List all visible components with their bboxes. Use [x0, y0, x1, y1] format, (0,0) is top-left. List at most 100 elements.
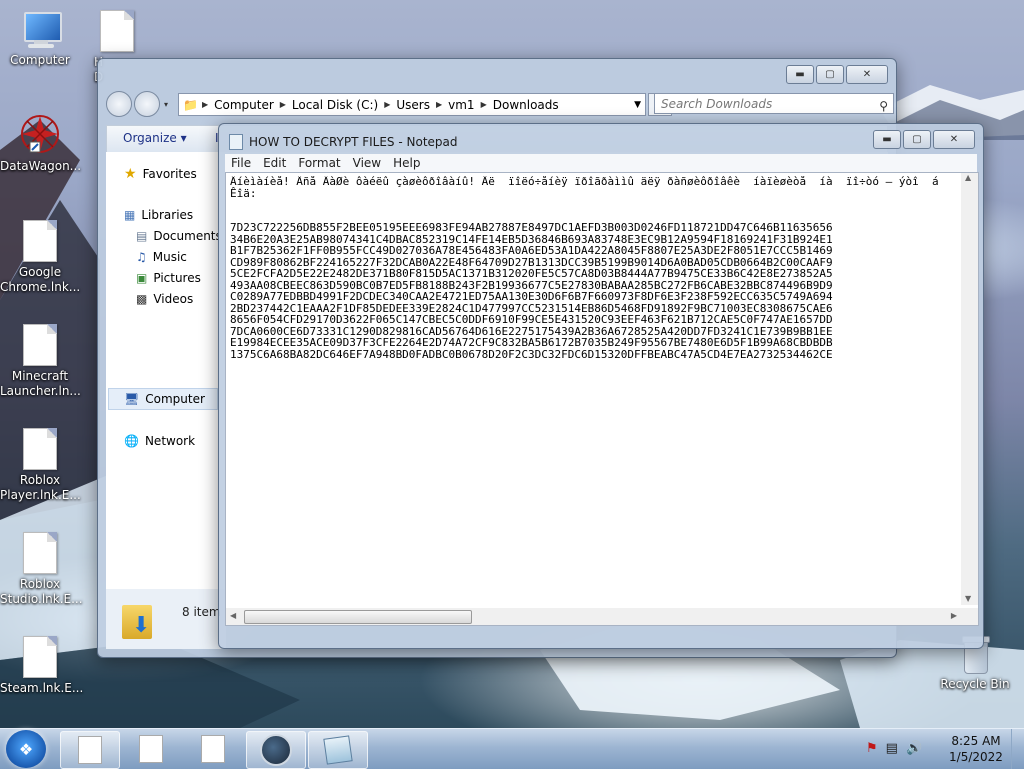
close-button[interactable]: ✕ — [846, 65, 888, 84]
menu-edit[interactable]: Edit — [263, 156, 286, 170]
item-count: 8 item — [182, 605, 221, 619]
nav-computer[interactable]: 🖥 Computer — [124, 392, 205, 406]
computer-icon — [18, 10, 62, 50]
back-button[interactable] — [106, 91, 132, 117]
scroll-down-icon[interactable]: ▼ — [965, 594, 971, 603]
scroll-up-icon[interactable]: ▲ — [965, 173, 971, 182]
recent-pages-icon[interactable]: ▾ — [164, 100, 168, 109]
vertical-scrollbar[interactable]: ▲ ▼ — [961, 173, 978, 605]
clock-date: 1/5/2022 — [949, 750, 1003, 764]
desktop-icon-label: DataWagon... — [0, 159, 82, 173]
text-editor[interactable]: Âíèìàíèå! Âñå ÂàØè ôàéëû çàøèôðîâàíû! Äë… — [225, 172, 979, 626]
datawagon-icon — [18, 112, 62, 156]
chevron-right-icon[interactable]: ▶ — [481, 100, 487, 109]
scrollbar-corner — [961, 608, 978, 625]
chevron-right-icon[interactable]: ▶ — [384, 100, 390, 109]
star-icon: ★ — [124, 166, 137, 182]
window-title: HOW TO DECRYPT FILES - Notepad — [249, 135, 458, 149]
desktop-icon-minecraft[interactable]: Minecraft Launcher.ln... — [0, 324, 81, 399]
file-icon — [23, 532, 57, 574]
desktop-icon-roblox-studio[interactable]: Roblox Studio.lnk.E... — [0, 532, 83, 607]
nav-videos[interactable]: ▩ Videos — [136, 292, 193, 306]
clock-time: 8:25 AM — [951, 734, 1001, 748]
horizontal-scrollbar[interactable]: ◀ ▶ — [226, 608, 961, 625]
file-icon — [78, 736, 102, 764]
menu-file[interactable]: File — [231, 156, 251, 170]
file-icon — [23, 636, 57, 678]
chevron-right-icon[interactable]: ▶ — [202, 100, 208, 109]
search-input[interactable]: Search Downloads ⚲ — [654, 93, 894, 114]
chevron-down-icon[interactable]: ▼ — [634, 100, 641, 110]
nav-label: Pictures — [153, 271, 201, 285]
maximize-button[interactable]: ▢ — [903, 130, 931, 149]
computer-icon: 🖥 — [124, 392, 140, 406]
maximize-button[interactable]: ▢ — [816, 65, 844, 84]
pictures-icon: ▣ — [136, 271, 148, 285]
search-icon: ⚲ — [879, 99, 888, 113]
system-tray: ⚑ ▤ 🔊 — [866, 741, 922, 756]
nav-label: Music — [152, 250, 187, 264]
taskbar-button-file[interactable] — [184, 731, 242, 767]
system-clock[interactable]: 8:25 AM 1/5/2022 — [936, 733, 1016, 765]
start-button[interactable]: ❖ — [6, 730, 46, 768]
taskbar-button-explorer[interactable] — [60, 731, 120, 769]
taskbar-button-notepad[interactable] — [308, 731, 368, 769]
minimize-button[interactable]: ▬ — [786, 65, 814, 84]
notepad-caption-buttons: ▬ ▢ ✕ — [873, 130, 975, 149]
horizontal-scroll-thumb[interactable] — [244, 610, 472, 624]
nav-label: Documents — [153, 229, 222, 243]
desktop-icon-steam[interactable]: Steam.lnk.E... — [0, 636, 83, 696]
scroll-right-icon[interactable]: ▶ — [951, 611, 957, 620]
nav-network[interactable]: 🌐 Network — [124, 434, 195, 448]
minimize-button[interactable]: ▬ — [873, 130, 901, 149]
network-status-icon[interactable]: ▤ — [886, 741, 898, 756]
action-center-flag-icon[interactable]: ⚑ — [866, 741, 878, 756]
forward-button[interactable] — [134, 91, 160, 117]
taskbar-button-steam[interactable] — [246, 731, 306, 769]
chevron-right-icon[interactable]: ▶ — [280, 100, 286, 109]
network-icon: 🌐 — [124, 434, 139, 448]
breadcrumb-computer[interactable]: Computer — [214, 98, 274, 112]
show-desktop-button[interactable] — [1011, 729, 1024, 769]
desktop-icon-roblox-player[interactable]: Roblox Player.lnk.E... — [0, 428, 81, 503]
nav-favorites[interactable]: ★ Favorites — [124, 166, 197, 182]
address-row: ▾ 📁 ▶ Computer ▶ Local Disk (C:) ▶ Users… — [106, 91, 894, 117]
ransom-note-text[interactable]: Âíèìàíèå! Âñå ÂàØè ôàéëû çàøèôðîâàíû! Äë… — [230, 176, 958, 601]
volume-icon[interactable]: 🔊 — [906, 741, 922, 756]
scroll-left-icon[interactable]: ◀ — [230, 611, 236, 620]
chevron-right-icon[interactable]: ▶ — [436, 100, 442, 109]
breadcrumb-users[interactable]: Users — [396, 98, 430, 112]
downloads-folder-icon: ⬇ — [122, 601, 158, 641]
nav-music[interactable]: ♫ Music — [136, 250, 187, 264]
search-placeholder: Search Downloads — [661, 97, 773, 111]
libraries-icon: ▦ — [124, 208, 136, 222]
menu-help[interactable]: Help — [393, 156, 420, 170]
breadcrumb-vm1[interactable]: vm1 — [448, 98, 474, 112]
nav-label: Computer — [145, 392, 205, 406]
notepad-window[interactable]: HOW TO DECRYPT FILES - Notepad ▬ ▢ ✕ Fil… — [218, 123, 984, 649]
desktop-icon-label: Roblox Player.lnk.E... — [0, 473, 81, 502]
desktop-icon-computer[interactable]: Computer — [0, 10, 80, 68]
breadcrumb-downloads[interactable]: Downloads — [493, 98, 559, 112]
nav-label: Libraries — [141, 208, 194, 222]
explorer-caption-buttons: ▬ ▢ ✕ — [786, 65, 888, 84]
address-bar[interactable]: 📁 ▶ Computer ▶ Local Disk (C:) ▶ Users ▶… — [178, 93, 646, 116]
desktop-icon-label: Recycle Bin — [940, 677, 1010, 691]
close-button[interactable]: ✕ — [933, 130, 975, 149]
menu-format[interactable]: Format — [298, 156, 340, 170]
videos-icon: ▩ — [136, 292, 148, 306]
desktop-icon-label: Minecraft Launcher.ln... — [0, 369, 81, 398]
menu-view[interactable]: View — [353, 156, 381, 170]
nav-libraries[interactable]: ▦ Libraries — [124, 208, 193, 222]
nav-label: Network — [144, 434, 196, 448]
desktop-icon-datawagon[interactable]: DataWagon... — [0, 112, 82, 174]
nav-label: Videos — [153, 292, 194, 306]
taskbar-button-file[interactable] — [122, 731, 180, 767]
organize-button[interactable]: Organize ▾ — [123, 131, 187, 145]
desktop-icon-chrome[interactable]: Google Chrome.lnk... — [0, 220, 80, 295]
file-icon — [201, 735, 225, 763]
nav-pictures[interactable]: ▣ Pictures — [136, 271, 201, 285]
breadcrumb-local-disk[interactable]: Local Disk (C:) — [292, 98, 378, 112]
nav-documents[interactable]: ▤ Documents — [136, 229, 222, 243]
nav-label: Favorites — [142, 167, 197, 181]
